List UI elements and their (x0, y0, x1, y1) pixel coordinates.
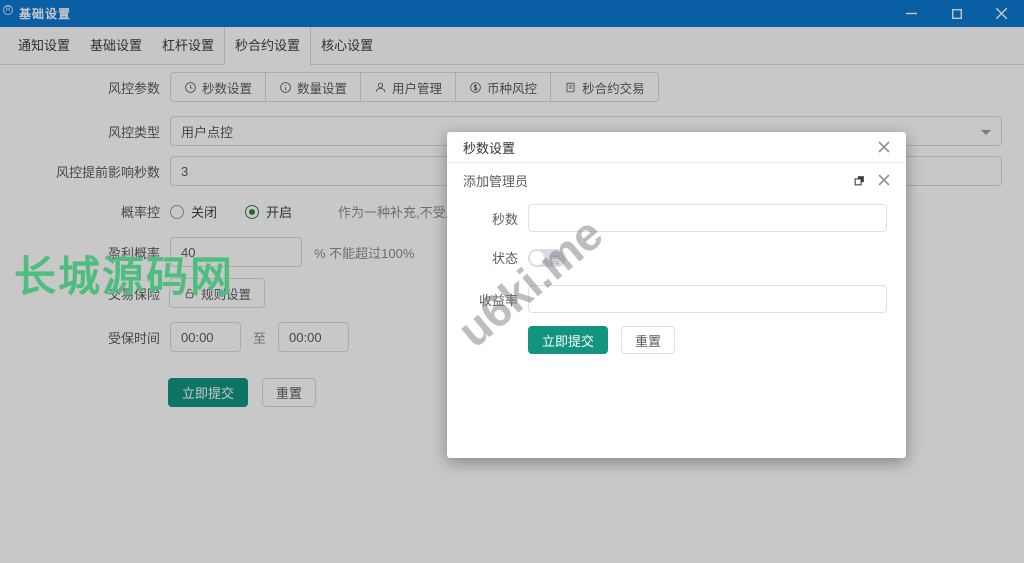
yield-input[interactable] (528, 285, 887, 313)
dialog-reset-button[interactable]: 重置 (621, 326, 675, 354)
close-icon (878, 141, 890, 153)
seconds-input[interactable] (528, 204, 887, 232)
seconds-setting-dialog: 秒数设置 添加管理员 秒数 状态 否 收益率 立即提交 重置 (447, 132, 906, 458)
toggle-knob (530, 251, 544, 265)
yield-field-label: 收益率 (447, 290, 528, 309)
dialog-submit-button[interactable]: 立即提交 (528, 326, 608, 354)
dialog-subtitle: 添加管理员 (463, 171, 528, 190)
restore-window-button[interactable] (853, 174, 866, 187)
status-field-label: 状态 (447, 248, 528, 267)
dialog-subheader: 添加管理员 (447, 163, 906, 197)
restore-icon (853, 174, 866, 187)
dialog-header: 秒数设置 (447, 132, 906, 163)
toggle-off-text: 否 (550, 252, 560, 267)
close-icon (878, 174, 890, 186)
seconds-field-label: 秒数 (447, 209, 528, 228)
status-toggle[interactable]: 否 (528, 249, 566, 267)
dialog-title: 秒数设置 (463, 138, 515, 157)
dialog-close-button[interactable] (878, 141, 890, 153)
inner-close-button[interactable] (878, 174, 890, 186)
